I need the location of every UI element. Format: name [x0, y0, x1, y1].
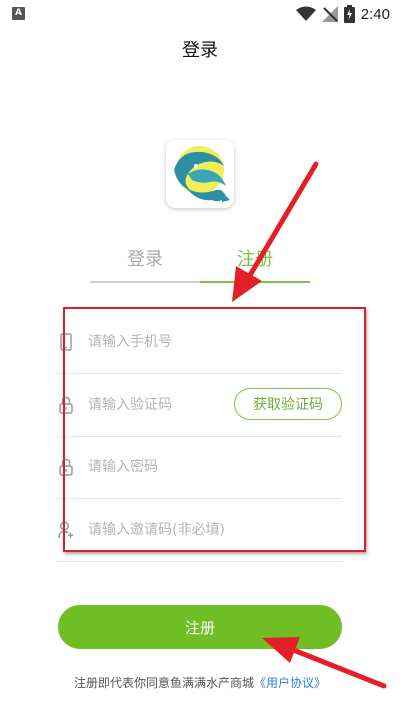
invite-input[interactable] [88, 522, 288, 538]
agreement-statement: 注册即代表你同意鱼满满水产商城 [73, 676, 254, 690]
phone-field [56, 311, 342, 374]
phone-input[interactable] [88, 334, 238, 350]
tab-register[interactable]: 注册 [200, 245, 310, 271]
get-code-button[interactable]: 获取验证码 [234, 388, 342, 420]
page-title: 登录 [182, 40, 218, 61]
agreement-text: 注册即代表你同意鱼满满水产商城《用户协议》 [0, 674, 400, 691]
wifi-icon [295, 6, 316, 21]
code-input[interactable] [88, 397, 238, 413]
fish-logo-icon [166, 140, 234, 208]
notification-badge: A [12, 7, 25, 20]
register-button[interactable]: 注册 [58, 605, 342, 649]
lock-icon [58, 457, 74, 477]
user-add-icon [58, 520, 74, 540]
tab-active-indicator [200, 281, 310, 283]
phone-icon [58, 332, 74, 352]
invite-field [56, 499, 342, 562]
no-signal-icon [321, 6, 338, 22]
status-bar: A 2:40 [0, 0, 400, 28]
user-agreement-link[interactable]: 《用户协议》 [254, 676, 326, 690]
status-icons: 2:40 [295, 4, 390, 24]
password-input[interactable] [88, 459, 238, 475]
tab-login[interactable]: 登录 [90, 245, 200, 271]
tab-divider [90, 281, 200, 283]
status-time: 2:40 [360, 5, 390, 23]
password-field [56, 436, 342, 499]
lock-icon [58, 395, 74, 415]
code-field: 获取验证码 [56, 374, 342, 437]
battery-icon [343, 5, 355, 23]
app-logo [166, 140, 234, 208]
